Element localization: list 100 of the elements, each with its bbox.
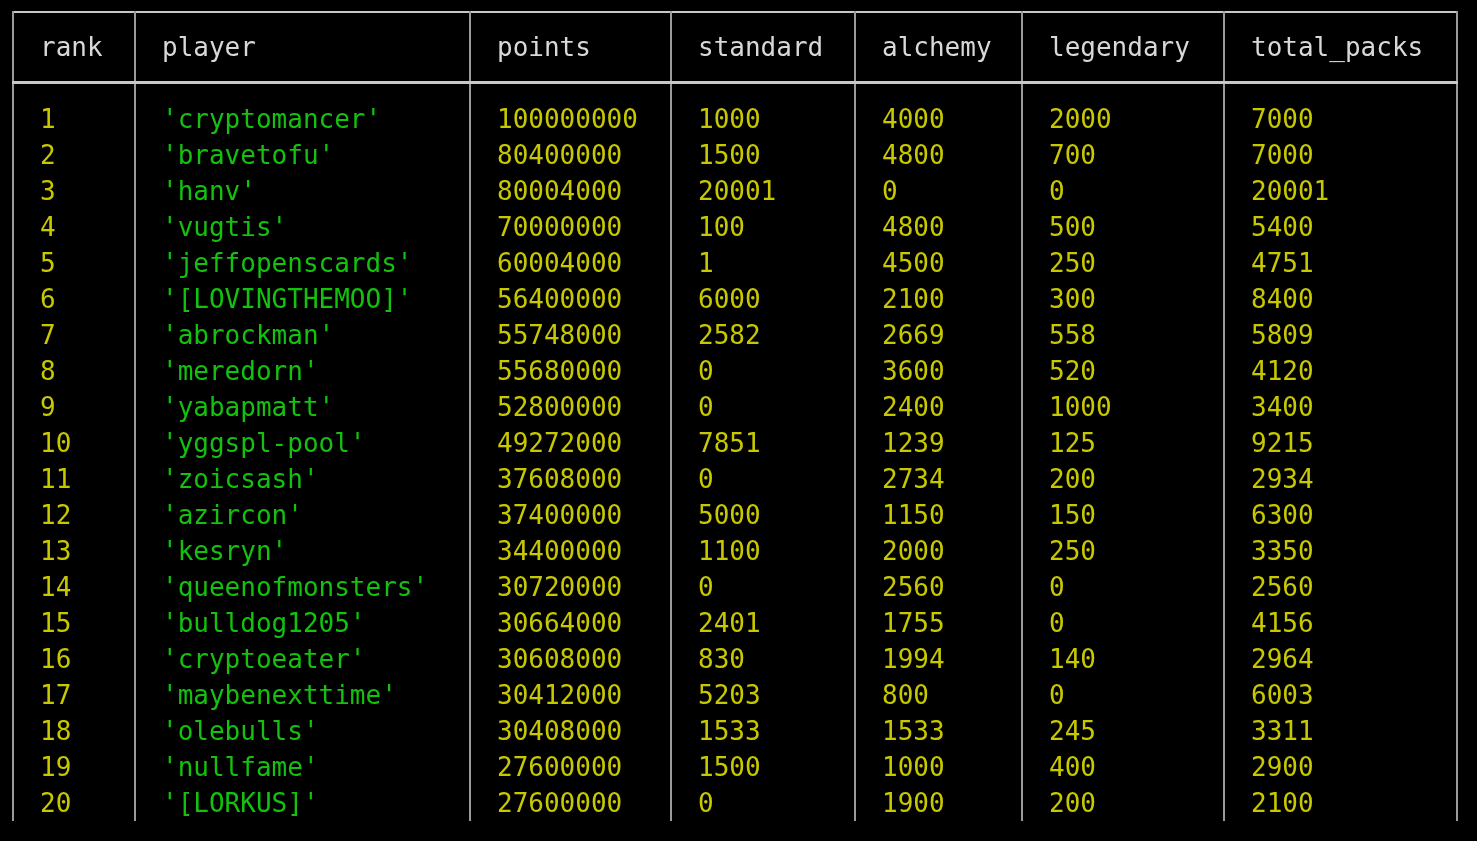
table-cell: 0 <box>698 464 714 494</box>
table-cell: 150 <box>1049 500 1096 530</box>
table-cell: 80400000 <box>497 140 623 170</box>
table-cell: 'yggspl-pool' <box>162 428 366 458</box>
table-cell: 0 <box>698 392 714 422</box>
table-cell: 49272000 <box>497 428 623 458</box>
column-header: alchemy <box>855 12 1022 82</box>
table-cell: 7851 <box>698 428 761 458</box>
table-cell: 1000 <box>698 104 761 134</box>
table-cell: 'kesryn' <box>162 536 288 566</box>
table-cell: 8 <box>40 356 56 386</box>
table-cell: 4000 <box>882 104 945 134</box>
table-cell: 2934 <box>1251 464 1314 494</box>
column-header: legendary <box>1022 12 1224 82</box>
table-cell: 'zoicsash' <box>162 464 319 494</box>
table-cell: 200 <box>1049 464 1096 494</box>
table-cell: 55748000 <box>497 320 623 350</box>
table-cell: 1500 <box>698 140 761 170</box>
table-cell: 'hanv' <box>162 176 256 206</box>
table-cell: 19 <box>40 752 72 782</box>
table-cell: 1150 <box>882 500 945 530</box>
table-cell: 2560 <box>882 572 945 602</box>
table-cell: 5400 <box>1251 212 1314 242</box>
table-cell: 558 <box>1049 320 1096 350</box>
table-cell: 0 <box>698 356 714 386</box>
table-cell: 27600000 <box>497 752 623 782</box>
table-cell: 200 <box>1049 788 1096 818</box>
table-cell: 11 <box>40 464 72 494</box>
table-cell: 6 <box>40 284 56 314</box>
table-cell: 13 <box>40 536 72 566</box>
table-cell: 0 <box>1049 572 1065 602</box>
table-cell: 'yabapmatt' <box>162 392 335 422</box>
table-cell: 30720000 <box>497 572 623 602</box>
table-cell: 1239 <box>882 428 945 458</box>
table-cell: 9 <box>40 392 56 422</box>
table-cell: 'maybenexttime' <box>162 680 397 710</box>
column-header: player <box>135 12 470 82</box>
table-cell: 3600 <box>882 356 945 386</box>
table-cell: 16 <box>40 644 72 674</box>
table-cell: 250 <box>1049 536 1096 566</box>
table-cell: 4120 <box>1251 356 1314 386</box>
table-cell: 15 <box>40 608 72 638</box>
table-cell: 20001 <box>698 176 777 206</box>
table-cell: 37400000 <box>497 500 623 530</box>
table-cell: 2100 <box>882 284 945 314</box>
table-cell: 2964 <box>1251 644 1314 674</box>
column-header: total_packs <box>1224 12 1457 82</box>
table-cell: 5809 <box>1251 320 1314 350</box>
table-cell: 'queenofmonsters' <box>162 572 429 602</box>
table-cell: 17 <box>40 680 72 710</box>
table-cell: 2560 <box>1251 572 1314 602</box>
table-cell: 1100 <box>698 536 761 566</box>
table-cell: 1900 <box>882 788 945 818</box>
table-cell: 1000 <box>1049 392 1112 422</box>
table-cell: 3 <box>40 176 56 206</box>
table-cell: 2000 <box>1049 104 1112 134</box>
table-cell: 4751 <box>1251 248 1314 278</box>
table-cell: 'meredorn' <box>162 356 319 386</box>
table-cell: 2000 <box>882 536 945 566</box>
table-cell: 30412000 <box>497 680 623 710</box>
table-cell: 830 <box>698 644 745 674</box>
table-cell: 6003 <box>1251 680 1314 710</box>
table-cell: 1 <box>698 248 714 278</box>
table-cell: '[LOVINGTHEMOO]' <box>162 284 413 314</box>
column-header: standard <box>671 12 855 82</box>
table-cell: 30664000 <box>497 608 623 638</box>
table-cell: 4 <box>40 212 56 242</box>
table-cell: 1994 <box>882 644 945 674</box>
table-cell: 0 <box>1049 680 1065 710</box>
table-cell: 125 <box>1049 428 1096 458</box>
table-cell: 2734 <box>882 464 945 494</box>
table-cell: 18 <box>40 716 72 746</box>
table-cell: 0 <box>882 176 898 206</box>
table-cell: 1533 <box>698 716 761 746</box>
table-cell: 2 <box>40 140 56 170</box>
table-cell: 2100 <box>1251 788 1314 818</box>
table-cell: 1000 <box>882 752 945 782</box>
table-cell: 20001 <box>1251 176 1330 206</box>
table-cell: 1 <box>40 104 56 134</box>
table-cell: 34400000 <box>497 536 623 566</box>
table-cell: 'jeffopenscards' <box>162 248 413 278</box>
table-cell: 500 <box>1049 212 1096 242</box>
table-cell: 6000 <box>698 284 761 314</box>
table-cell: '[LORKUS]' <box>162 788 319 818</box>
table-cell: 0 <box>1049 608 1065 638</box>
table-cell: 5000 <box>698 500 761 530</box>
table-cell: 14 <box>40 572 72 602</box>
table-cell: 2401 <box>698 608 761 638</box>
table-cell: 400 <box>1049 752 1096 782</box>
table-cell: 'azircon' <box>162 500 303 530</box>
table-cell: 'bravetofu' <box>162 140 335 170</box>
table-cell: 2669 <box>882 320 945 350</box>
table-cell: 140 <box>1049 644 1096 674</box>
table-cell: 30408000 <box>497 716 623 746</box>
table-cell: 520 <box>1049 356 1096 386</box>
table-cell: 56400000 <box>497 284 623 314</box>
table-cell: 100000000 <box>497 104 638 134</box>
table-cell: 52800000 <box>497 392 623 422</box>
table-cell: 27600000 <box>497 788 623 818</box>
table-cell: 'olebulls' <box>162 716 319 746</box>
